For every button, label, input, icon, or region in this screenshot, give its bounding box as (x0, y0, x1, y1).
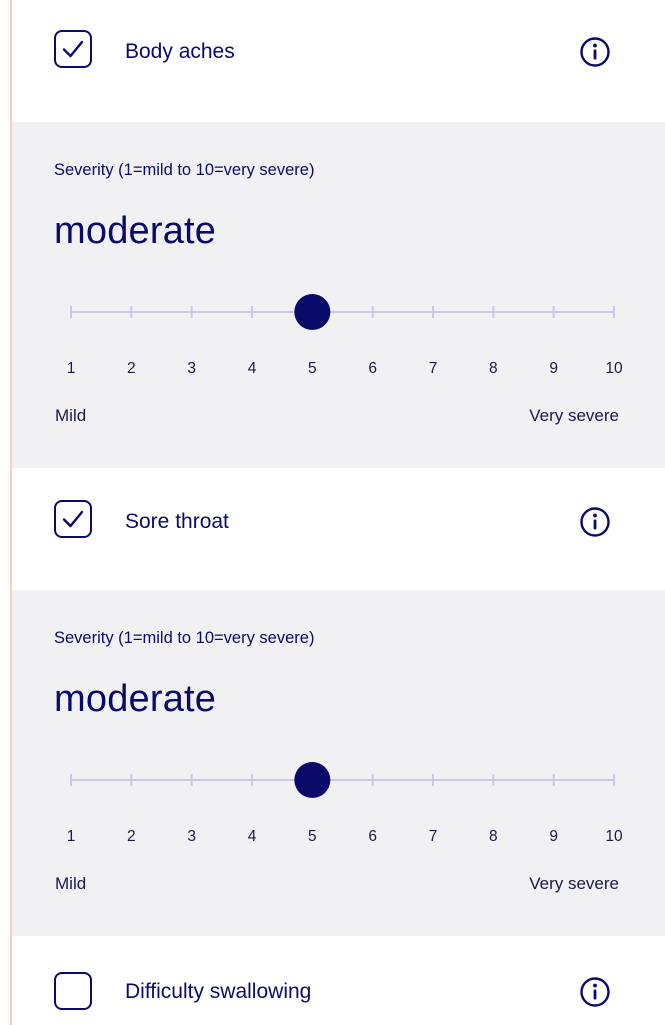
checkmark-icon (62, 510, 84, 528)
tick-label: 3 (187, 360, 196, 377)
tick-label: 6 (368, 360, 377, 377)
slider-thumb[interactable] (294, 762, 331, 798)
severity-slider[interactable] (57, 292, 627, 332)
symptom-row-sore-throat[interactable]: Sore throat (12, 468, 665, 590)
max-label: Very severe (529, 874, 619, 893)
slider-thumb[interactable] (294, 294, 331, 330)
severity-label: Severity (1=mild to 10=very severe) (54, 629, 315, 647)
tick-label: 5 (308, 360, 317, 377)
severity-label: Severity (1=mild to 10=very severe) (54, 161, 315, 179)
tick-label: 4 (247, 360, 257, 377)
tick-label: 5 (308, 828, 317, 845)
symptom-label: Sore throat (125, 510, 229, 533)
tick-label: 4 (247, 828, 257, 845)
slider-track[interactable] (57, 760, 627, 800)
checkbox-body-aches[interactable] (54, 30, 92, 68)
tick-label: 6 (368, 828, 377, 845)
tick-label: 8 (489, 828, 498, 845)
severity-value: moderate (54, 678, 217, 720)
tick-label: 10 (605, 360, 623, 377)
info-circle-icon[interactable] (579, 506, 611, 538)
symptom-label: Body aches (125, 40, 235, 63)
tick-label: 8 (489, 360, 498, 377)
checkmark-icon (62, 40, 84, 58)
tick-label: 1 (66, 828, 76, 845)
slider-track[interactable] (57, 292, 627, 332)
tick-labels: 1 2 3 4 5 6 7 8 9 10 (12, 828, 665, 848)
severity-value: moderate (54, 210, 217, 252)
tick-label: 1 (66, 360, 76, 377)
severity-panel-body-aches: Severity (1=mild to 10=very severe) mode… (12, 122, 665, 468)
tick-label: 7 (428, 828, 438, 845)
symptom-row-body-aches[interactable]: Body aches (12, 0, 665, 122)
max-label: Very severe (529, 406, 619, 425)
tick-label: 3 (187, 828, 196, 845)
tick-label: 7 (428, 360, 438, 377)
tick-label: 9 (549, 828, 558, 845)
checkbox-sore-throat[interactable] (54, 500, 92, 538)
tick-label: 2 (127, 360, 136, 377)
tick-label: 9 (549, 360, 558, 377)
info-circle-icon[interactable] (579, 976, 611, 1008)
symptom-row-difficulty-swallowing[interactable]: Difficulty swallowing (12, 936, 665, 1025)
info-circle-icon[interactable] (579, 36, 611, 68)
min-label: Mild (55, 406, 87, 425)
tick-label: 10 (605, 828, 623, 845)
symptom-label: Difficulty swallowing (125, 980, 312, 1003)
tick-label: 2 (127, 828, 136, 845)
severity-panel-sore-throat: Severity (1=mild to 10=very severe) mode… (12, 590, 665, 936)
checkbox-difficulty-swallowing[interactable] (54, 972, 92, 1010)
min-label: Mild (55, 874, 87, 893)
tick-labels: 1 2 3 4 5 6 7 8 9 10 (12, 360, 665, 380)
severity-slider[interactable] (57, 760, 627, 800)
